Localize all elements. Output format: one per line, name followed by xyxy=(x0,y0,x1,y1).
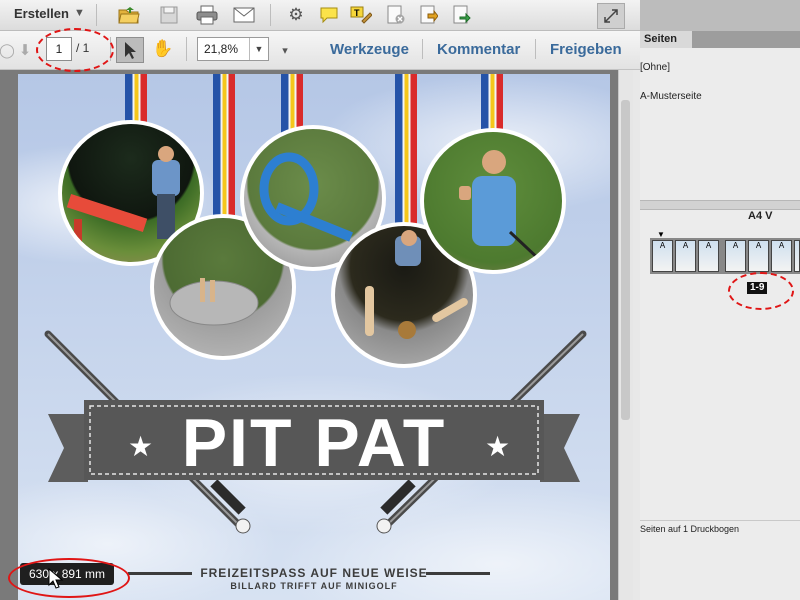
comment-menu[interactable]: Kommentar xyxy=(437,41,520,58)
page-thumbnail[interactable]: A xyxy=(771,240,792,272)
comment-icon[interactable] xyxy=(316,3,342,27)
hand-icon[interactable]: ✋ xyxy=(150,37,176,61)
next-page-icon[interactable]: ⬇ xyxy=(12,38,38,62)
page-thumbnail[interactable]: A xyxy=(675,240,696,272)
page-thumbnail[interactable]: A xyxy=(748,240,769,272)
highlight-icon[interactable]: T xyxy=(348,3,374,27)
scroll-thumb[interactable] xyxy=(621,100,630,420)
toolbar-separator xyxy=(186,37,187,61)
page-thumbnail[interactable]: A xyxy=(652,240,673,272)
page-format-label: A4 V xyxy=(748,210,773,222)
svg-text:T: T xyxy=(354,8,360,18)
tools-menu[interactable]: Werkzeuge xyxy=(330,41,409,58)
toolbar-separator xyxy=(535,39,536,59)
tab-pages[interactable]: Seiten xyxy=(640,31,692,48)
export-icon[interactable] xyxy=(416,3,442,27)
pages-status: Seiten auf 1 Druckbogen xyxy=(640,520,800,537)
photo-thumbs-up xyxy=(420,128,566,274)
pages-panel-body xyxy=(640,48,800,600)
select-arrow-icon[interactable] xyxy=(116,37,144,63)
fullscreen-icon[interactable] xyxy=(597,3,625,29)
panel-divider[interactable] xyxy=(640,200,800,210)
highlight-range-badge xyxy=(728,272,794,310)
master-none-item[interactable]: [Ohne] xyxy=(640,62,670,73)
document-page[interactable]: ★ ★ PIT PAT FREIZEITSPASS AUF NEUE WEISE… xyxy=(18,74,610,600)
mail-icon[interactable] xyxy=(231,3,257,27)
toolbar-separator xyxy=(96,4,97,26)
toolbar-separator xyxy=(270,4,271,26)
banner-title: PIT PAT xyxy=(181,405,447,481)
share-menu[interactable]: Freigeben xyxy=(550,41,622,58)
open-folder-icon[interactable] xyxy=(116,3,142,27)
zoom-select[interactable]: 21,8% ▼ xyxy=(197,37,269,61)
current-page-marker-icon: ▼ xyxy=(657,230,665,239)
vertical-scrollbar[interactable] xyxy=(618,70,633,600)
medal-ribbon xyxy=(213,74,235,224)
page-thumbnail[interactable]: A xyxy=(725,240,746,272)
gear-icon[interactable]: ⚙ xyxy=(283,3,309,27)
more-tools-chevron-icon[interactable]: ▾ xyxy=(272,38,298,62)
page-thumbnail[interactable]: A xyxy=(698,240,719,272)
chevron-down-icon[interactable]: ▼ xyxy=(74,7,85,19)
save-icon[interactable] xyxy=(156,3,182,27)
zoom-value: 21,8% xyxy=(204,42,239,56)
toolbar-separator xyxy=(422,39,423,59)
share-page-icon[interactable] xyxy=(449,3,475,27)
delete-page-icon[interactable] xyxy=(383,3,409,27)
print-icon[interactable] xyxy=(194,3,220,27)
create-button[interactable]: Erstellen xyxy=(14,6,69,21)
medal-ribbon xyxy=(281,74,303,134)
chevron-down-icon[interactable]: ▼ xyxy=(249,38,268,60)
highlight-page-field xyxy=(36,28,114,72)
page-thumbnail[interactable] xyxy=(794,240,800,272)
master-a-item[interactable]: A-Musterseite xyxy=(640,91,702,102)
main-toolbar: Erstellen ▼ ⚙ T xyxy=(0,0,640,31)
highlight-size-tooltip xyxy=(8,558,130,598)
medal-ribbon xyxy=(395,74,417,224)
